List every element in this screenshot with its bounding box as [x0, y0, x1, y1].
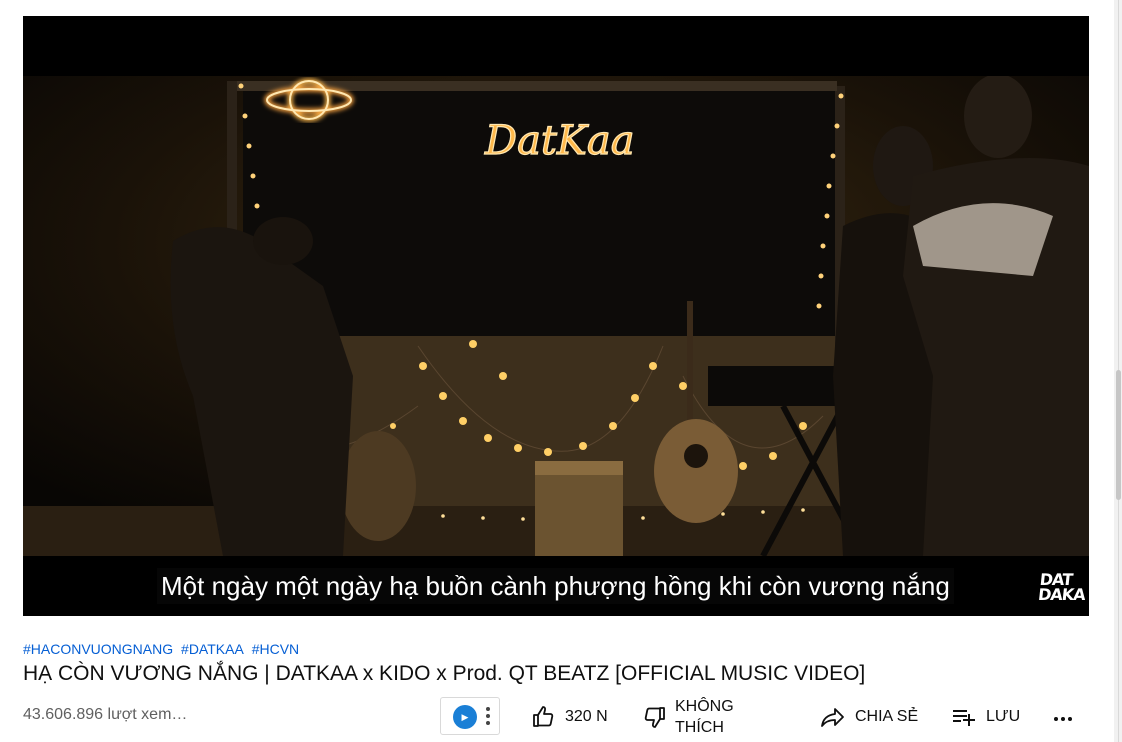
- scrollbar-thumb[interactable]: [1116, 370, 1121, 500]
- thumbs-up-icon: [533, 706, 554, 727]
- playlist-add-icon: [953, 710, 975, 726]
- like-count: 320 N: [565, 708, 608, 725]
- hashtag-link[interactable]: #HACONVUONGNANG: [23, 641, 173, 657]
- channel-logo-icon: ▶: [453, 705, 477, 729]
- more-actions-button[interactable]: [1052, 697, 1073, 737]
- hashtag-link[interactable]: #DATKAA: [181, 641, 244, 657]
- hashtag-link[interactable]: #HCVN: [252, 641, 299, 657]
- like-button[interactable]: 320 N: [531, 697, 608, 737]
- share-button[interactable]: CHIA SẺ: [820, 697, 918, 737]
- thumbs-down-icon: [644, 707, 665, 728]
- video-player[interactable]: DatKaa Một ngày một ngày hạ buồn cành ph…: [23, 16, 1089, 616]
- save-button[interactable]: LƯU: [951, 697, 1020, 737]
- more-horizontal-icon: [1052, 708, 1073, 726]
- dislike-label: KHÔNG THÍCH: [675, 698, 734, 736]
- channel-chip[interactable]: ▶: [440, 697, 500, 735]
- video-caption: Một ngày một ngày hạ buồn cành phượng hồ…: [157, 568, 954, 604]
- share-label: CHIA SẺ: [855, 708, 919, 725]
- video-title: HẠ CÒN VƯƠNG NẮNG | DATKAA x KIDO x Prod…: [23, 662, 866, 685]
- save-label: LƯU: [986, 708, 1021, 725]
- dislike-button[interactable]: KHÔNG THÍCH: [643, 697, 745, 737]
- view-count[interactable]: 43.606.896 lượt xem…: [23, 706, 187, 724]
- channel-watermark[interactable]: DAT DAKA: [1037, 570, 1085, 604]
- share-arrow-icon: [821, 708, 844, 727]
- more-vertical-icon[interactable]: [485, 704, 491, 728]
- svg-text:DatKaa: DatKaa: [484, 118, 635, 164]
- hashtag-list: #HACONVUONGNANG #DATKAA #HCVN: [23, 641, 303, 657]
- video-frame: DatKaa: [23, 76, 1089, 556]
